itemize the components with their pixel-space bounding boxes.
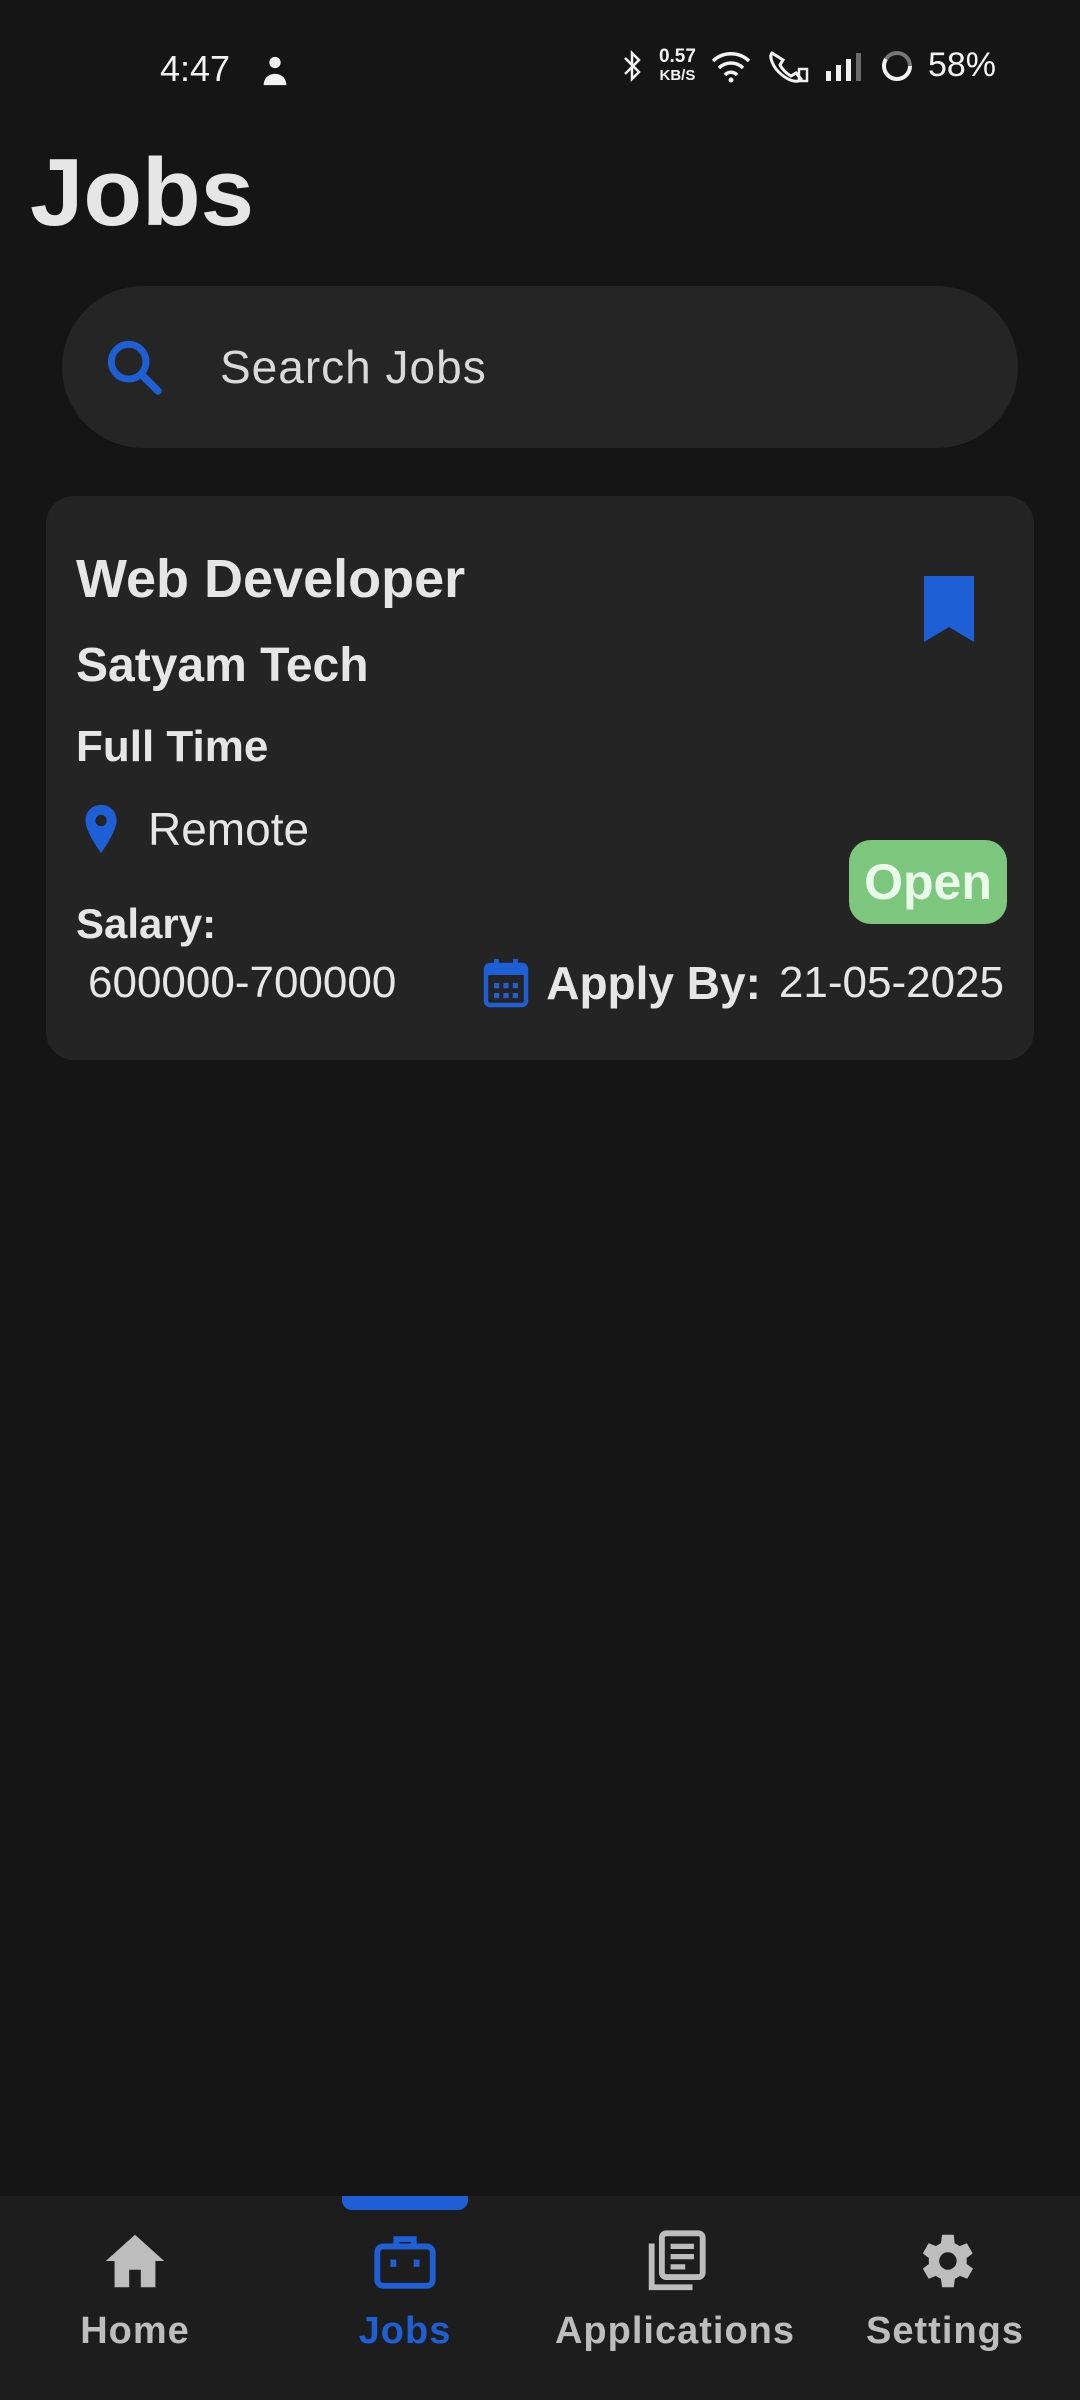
nav-item-applications[interactable]: Applications: [540, 2226, 810, 2353]
nav-active-indicator: [342, 2196, 468, 2210]
status-bar: 4:47 0.57 KB/S 58%: [0, 0, 1080, 140]
job-type: Full Time: [76, 722, 269, 771]
status-time: 4:47: [160, 48, 231, 89]
search-bar[interactable]: [62, 286, 1018, 448]
salary-label: Salary:: [76, 900, 217, 947]
nav-label-applications: Applications: [554, 2310, 796, 2352]
job-location: Remote: [84, 802, 309, 856]
nav-item-jobs[interactable]: Jobs: [270, 2226, 540, 2353]
search-input[interactable]: [218, 339, 922, 395]
gear-icon: [922, 2234, 973, 2288]
wifi-calling-icon: [769, 50, 809, 83]
documents-icon: [648, 2230, 706, 2291]
location-pin-icon: [85, 804, 117, 854]
person-icon: [263, 56, 287, 86]
nav-item-settings[interactable]: Settings: [810, 2226, 1080, 2353]
nav-label-home: Home: [80, 2310, 190, 2352]
network-speed: 0.57 KB/S: [658, 45, 696, 84]
apply-by-label: Apply By:: [546, 957, 761, 1009]
nav-label-settings: Settings: [866, 2310, 1024, 2352]
status-badge: Open: [849, 840, 1007, 924]
status-icons: 0.57 KB/S 58%: [621, 46, 996, 85]
battery-saver-icon: [881, 50, 912, 81]
job-company: Satyam Tech: [76, 639, 369, 692]
bookmark-icon[interactable]: [922, 574, 976, 644]
battery-percent: 58%: [927, 46, 996, 84]
bluetooth-icon: [624, 49, 641, 82]
home-icon: [105, 2234, 165, 2288]
apply-by-date: 21-05-2025: [778, 958, 1004, 1007]
page-title: Jobs: [30, 139, 255, 246]
job-title: Web Developer: [76, 549, 466, 609]
salary-value: 600000-700000: [88, 958, 397, 1007]
briefcase-icon: [374, 2236, 436, 2289]
calendar-icon: [484, 959, 529, 1008]
location-text: Remote: [148, 803, 310, 855]
signal-icon: [825, 52, 861, 81]
apply-by: Apply By: 21-05-2025: [482, 956, 1004, 1010]
wifi-icon: [711, 51, 751, 82]
bottom-nav: Home Jobs Applications Settings: [0, 2196, 1080, 2400]
job-card[interactable]: Web Developer Satyam Tech Full Time Remo…: [46, 496, 1034, 1060]
nav-item-home[interactable]: Home: [0, 2226, 270, 2353]
nav-label-jobs: Jobs: [358, 2310, 452, 2352]
search-icon: [107, 340, 162, 395]
